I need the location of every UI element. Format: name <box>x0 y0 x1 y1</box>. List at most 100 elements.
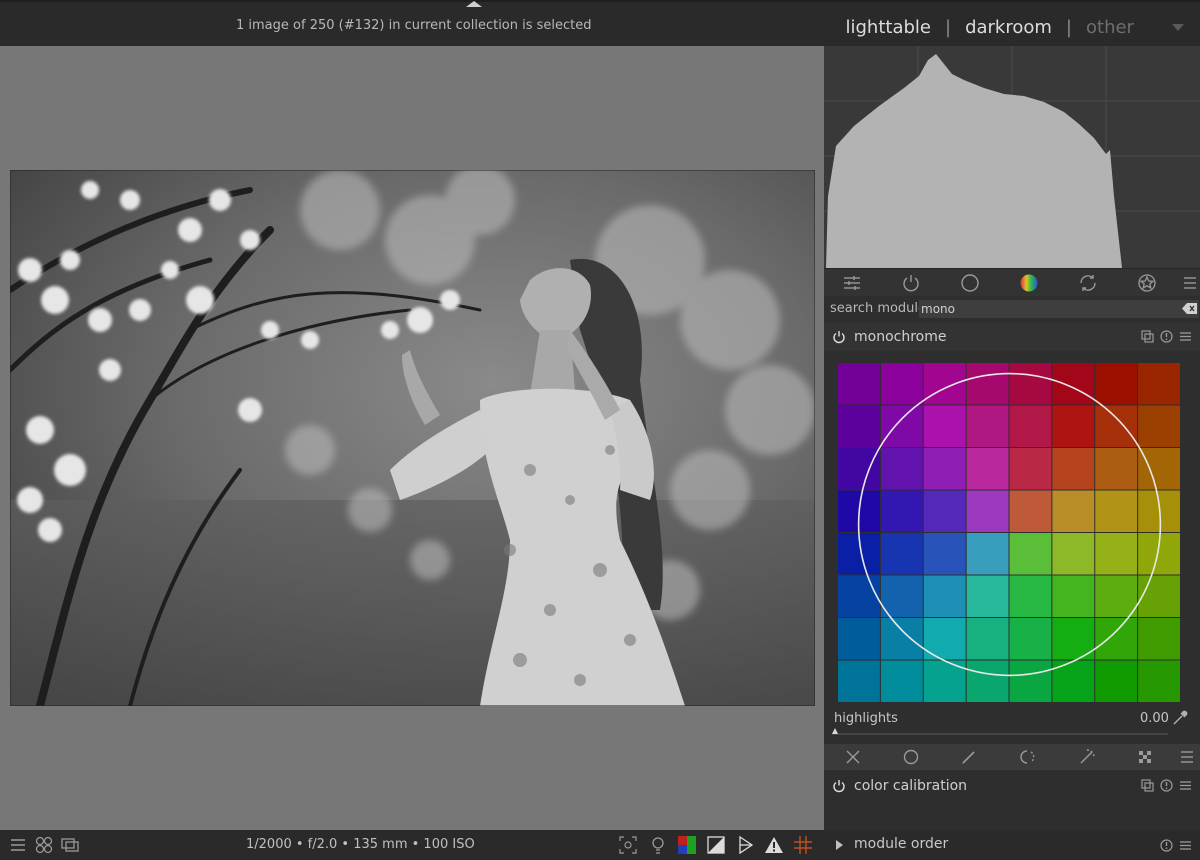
favorites-icon[interactable] <box>1137 273 1157 293</box>
view-other[interactable]: other <box>1084 17 1136 38</box>
color-grid-cell <box>1138 448 1181 490</box>
module-order-label: module order <box>854 836 949 852</box>
raster-mask-icon[interactable] <box>1136 748 1154 766</box>
color-grid-cell <box>1138 660 1181 702</box>
reset-icon[interactable] <box>1160 839 1173 852</box>
power-icon[interactable] <box>901 273 921 293</box>
color-grid-cell <box>1009 405 1052 447</box>
color-grid-cell <box>966 618 1009 660</box>
search-input[interactable] <box>919 300 1199 318</box>
multi-instance-icon[interactable] <box>1141 330 1154 343</box>
color-grid-cell <box>1138 575 1181 617</box>
refresh-icon[interactable] <box>1078 273 1098 293</box>
lightbulb-icon[interactable] <box>648 835 668 855</box>
view-separator: | <box>1065 16 1072 38</box>
highlights-handle[interactable] <box>832 728 838 734</box>
image-canvas[interactable] <box>0 46 824 830</box>
color-grid-cell <box>923 363 966 405</box>
color-grid-canvas[interactable] <box>838 363 1181 703</box>
view-lighttable[interactable]: lighttable <box>844 17 933 38</box>
color-assessment-icon[interactable] <box>677 835 697 855</box>
color-grid-cell <box>1052 490 1095 532</box>
chevron-down-icon[interactable] <box>1172 23 1184 31</box>
monochrome-module-header[interactable]: monochrome <box>824 323 1200 351</box>
uniform-mask-icon[interactable] <box>902 748 920 766</box>
color-calibration-module-header[interactable]: color calibration <box>824 772 1200 800</box>
highlights-slider-row: highlights 0.00 <box>824 708 1200 738</box>
color-grid-cell <box>880 660 923 702</box>
color-grid-cell <box>1095 363 1138 405</box>
color-grid-cell <box>1009 575 1052 617</box>
view-switcher: lighttable | darkroom | other <box>844 14 1184 40</box>
histogram[interactable] <box>824 46 1200 268</box>
color-grid-cell <box>966 448 1009 490</box>
color-grid-cell <box>923 448 966 490</box>
power-icon[interactable] <box>832 330 846 344</box>
module-order-row[interactable]: module order <box>824 830 1200 860</box>
menu-icon[interactable] <box>8 835 28 855</box>
drawn-parametric-mask-icon[interactable] <box>1078 748 1096 766</box>
color-grid-cell <box>838 363 880 405</box>
highlights-slider[interactable] <box>832 728 1168 736</box>
color-grid-cell <box>880 363 923 405</box>
menu-icon[interactable] <box>1180 273 1200 293</box>
color-grid-cell <box>1009 533 1052 575</box>
overexposed-icon[interactable] <box>706 835 726 855</box>
quick-access-icon[interactable] <box>842 273 862 293</box>
color-picker-icon[interactable] <box>1172 710 1188 726</box>
top-bar: 1 image of 250 (#132) in current collect… <box>0 0 1200 46</box>
parametric-mask-icon[interactable] <box>1020 748 1038 766</box>
color-grid-cell <box>1009 490 1052 532</box>
view-other-dropdown[interactable]: other <box>1084 17 1184 38</box>
reset-icon[interactable] <box>1160 779 1173 792</box>
color-grid-cell <box>923 490 966 532</box>
color-grid-cell <box>838 448 880 490</box>
menu-icon[interactable] <box>1178 748 1196 766</box>
color-grid-cell <box>880 575 923 617</box>
softproof-icon[interactable] <box>736 835 756 855</box>
view-darkroom[interactable]: darkroom <box>963 17 1054 38</box>
drawn-mask-icon[interactable] <box>960 748 978 766</box>
guides-icon[interactable] <box>793 835 813 855</box>
color-grid-cell <box>880 448 923 490</box>
color-grid-cell <box>1095 618 1138 660</box>
color-grid-cell <box>1095 448 1138 490</box>
photo-image <box>10 170 815 706</box>
color-grid-cell <box>1095 660 1138 702</box>
gamut-check-icon[interactable] <box>764 835 784 855</box>
color-grid-cell <box>1052 448 1095 490</box>
color-grid-cell <box>1138 363 1181 405</box>
color-calibration-title: color calibration <box>854 778 968 794</box>
color-grid-cell <box>1009 448 1052 490</box>
search-label: search module <box>830 301 927 316</box>
focus-peaking-icon[interactable] <box>618 835 638 855</box>
module-header-icons <box>1141 779 1192 792</box>
color-grid-cell <box>838 618 880 660</box>
styles-icon[interactable] <box>34 835 54 855</box>
top-panel-toggle-icon[interactable] <box>466 1 482 7</box>
reset-icon[interactable] <box>1160 330 1173 343</box>
power-icon[interactable] <box>832 779 846 793</box>
module-header-icons <box>1141 330 1192 343</box>
color-filter-grid[interactable] <box>838 363 1181 703</box>
color-grid-cell <box>1052 575 1095 617</box>
presets-icon[interactable] <box>1179 779 1192 792</box>
search-module-row: search module <box>824 298 1200 320</box>
right-panel: search module monochrome highlights 0.00 <box>824 46 1200 860</box>
second-window-icon[interactable] <box>60 835 80 855</box>
expand-arrow-icon[interactable] <box>836 840 843 850</box>
presets-icon[interactable] <box>1179 330 1192 343</box>
color-grid-cell <box>880 533 923 575</box>
mask-off-icon[interactable] <box>844 748 862 766</box>
histogram-graph <box>824 46 1200 268</box>
clear-search-icon[interactable] <box>1182 302 1198 315</box>
color-grid-cell <box>966 533 1009 575</box>
color-grid-cell <box>966 575 1009 617</box>
circle-icon[interactable] <box>960 273 980 293</box>
main-photo[interactable] <box>10 170 815 706</box>
color-wheel-icon[interactable] <box>1019 273 1039 293</box>
multi-instance-icon[interactable] <box>1141 779 1154 792</box>
module-order-icons <box>1160 839 1192 852</box>
color-grid-cell <box>838 660 880 702</box>
presets-icon[interactable] <box>1179 839 1192 852</box>
